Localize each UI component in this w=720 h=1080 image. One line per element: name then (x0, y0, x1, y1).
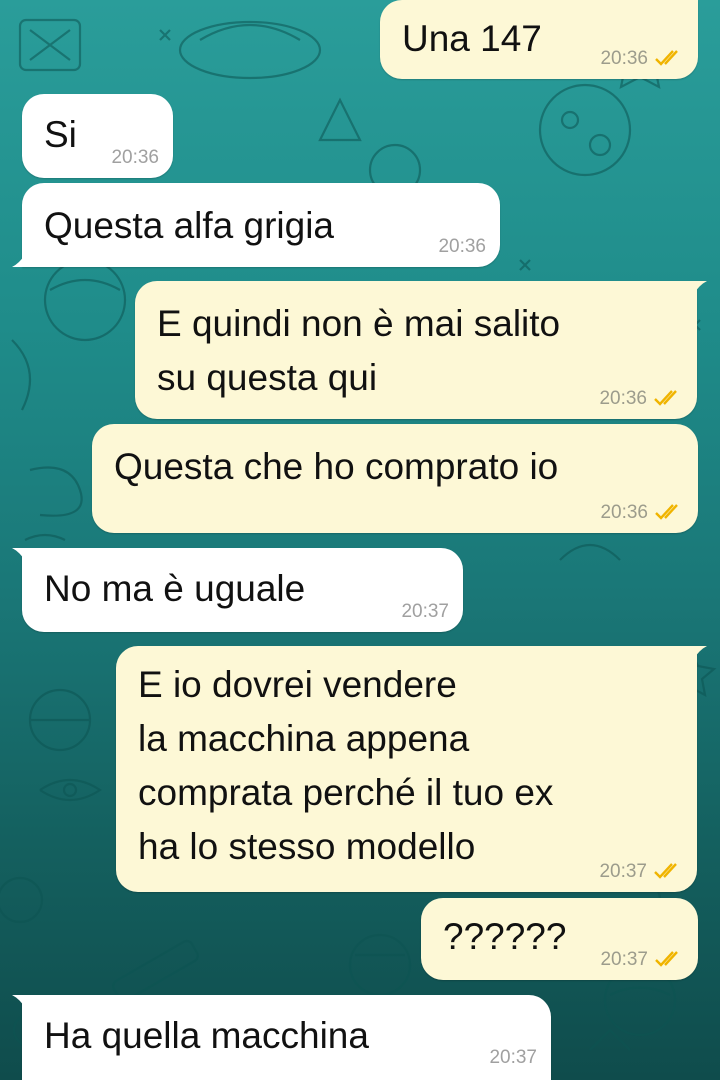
bubble-tail (12, 253, 26, 267)
bubble-tail (693, 646, 707, 660)
bubble-tail (12, 995, 26, 1009)
message-bubble-incoming[interactable]: Ha quella macchina 20:37 (12, 995, 551, 1080)
message-bubble-outgoing[interactable]: Questa che ho comprato io 20:36 (92, 424, 698, 533)
read-ticks-icon (655, 50, 678, 66)
message-text: Questa alfa grigia (44, 205, 335, 246)
message-text: Ha quella macchina (44, 1015, 369, 1056)
message-time: 20:37 (401, 601, 449, 622)
message-text: E quindi non è mai salito su questa qui (157, 303, 561, 398)
message-meta: 20:36 (600, 49, 684, 69)
read-ticks-icon (654, 390, 677, 406)
bubble-tail (693, 281, 707, 295)
read-ticks-icon (654, 863, 677, 879)
bubble-tail (12, 548, 26, 562)
message-time: 20:36 (599, 388, 647, 409)
message-time: 20:36 (600, 502, 648, 523)
message-meta: 20:36 (600, 503, 684, 523)
message-bubble-incoming[interactable]: No ma è uguale 20:37 (12, 548, 463, 632)
message-text: Una 147 (402, 18, 542, 59)
message-bubble-outgoing[interactable]: E quindi non è mai salito su questa qui … (135, 281, 707, 419)
message-text: Si (44, 114, 77, 155)
message-meta: 20:36 (438, 237, 486, 257)
message-time: 20:37 (600, 949, 648, 970)
chat-message-list[interactable]: Una 147 20:36 Si 20:36 Questa alfa grigi… (0, 0, 720, 1080)
message-text: ?????? (443, 916, 567, 957)
message-time: 20:36 (438, 236, 486, 257)
read-ticks-icon (655, 951, 678, 967)
message-bubble-outgoing[interactable]: Una 147 20:36 (380, 0, 698, 79)
message-bubble-outgoing[interactable]: E io dovrei vendere la macchina appena c… (116, 646, 707, 892)
message-meta: 20:36 (111, 148, 159, 168)
message-bubble-outgoing[interactable]: ?????? 20:37 (421, 898, 698, 980)
message-text: E io dovrei vendere la macchina appena c… (138, 664, 554, 867)
message-meta: 20:37 (600, 950, 684, 970)
message-time: 20:37 (599, 861, 647, 882)
message-text: No ma è uguale (44, 568, 306, 609)
message-text: Questa che ho comprato io (114, 446, 559, 487)
message-time: 20:36 (600, 48, 648, 69)
message-meta: 20:37 (401, 602, 449, 622)
message-meta: 20:36 (599, 389, 683, 409)
message-bubble-incoming[interactable]: Questa alfa grigia 20:36 (12, 183, 500, 267)
message-meta: 20:37 (489, 1048, 537, 1068)
message-time: 20:36 (111, 147, 159, 168)
read-ticks-icon (655, 504, 678, 520)
message-meta: 20:37 (599, 862, 683, 882)
message-time: 20:37 (489, 1047, 537, 1068)
message-bubble-incoming[interactable]: Si 20:36 (22, 94, 173, 178)
